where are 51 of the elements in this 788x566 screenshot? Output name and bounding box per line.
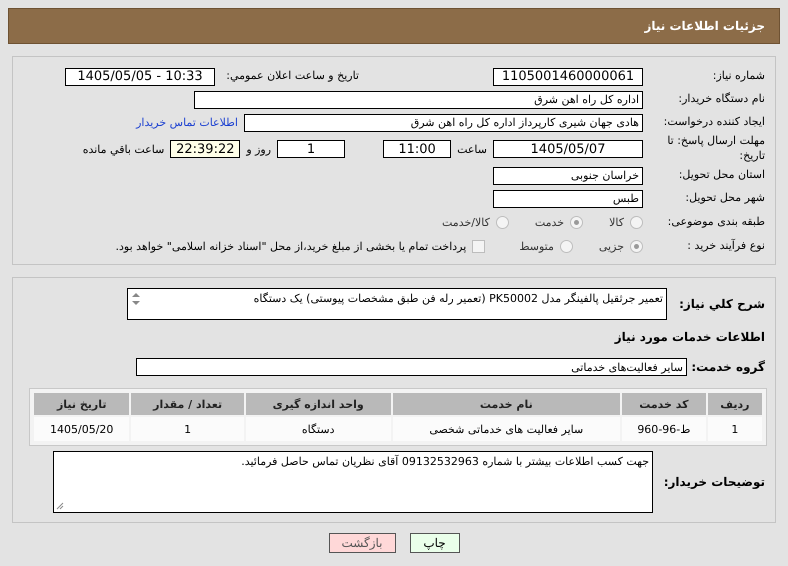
remaining-time-field: 22:39:22 <box>170 140 240 158</box>
field-label: ایجاد کننده درخواست: <box>662 115 766 130</box>
days-field: 1 <box>277 140 346 158</box>
table-cell: دستگاه <box>246 417 391 441</box>
deadline-time-field: 11:00 <box>383 140 452 158</box>
table-cell: 1405/05/20 <box>34 417 130 441</box>
field-label: شماره نیاز: <box>712 69 766 84</box>
field-label: گروه خدمت: <box>690 358 766 376</box>
table-cell: سایر فعالیت های خدماتی شخصی <box>392 417 620 441</box>
page-title: جزئیات اطلاعات نیاز <box>644 19 765 33</box>
days-label: روز و <box>246 142 272 156</box>
field-label: تاریخ و ساعت اعلان عمومي: <box>225 69 360 84</box>
radio-label: خدمت <box>534 216 564 228</box>
remaining-label: ساعت باقي مانده <box>82 142 164 156</box>
buyer-org-field: اداره کل راه اهن شرق <box>194 90 643 108</box>
time-label: ساعت <box>457 142 487 156</box>
column-header: واحد اندازه گیری <box>246 393 391 415</box>
service-group-field: سایر فعالیت‌های خدماتی <box>136 358 687 376</box>
table-cell: 1 <box>131 417 244 441</box>
treasury-note: پرداخت تمام یا بخشی از مبلغ خرید،از محل "اسناد خزانه اسلامی" خواهد بود. <box>116 240 466 252</box>
field-label: شرح کلي نیاز: <box>678 296 766 312</box>
deadline-date-field: 1405/05/07 <box>493 140 643 158</box>
column-header: تعداد / مقدار <box>131 393 244 415</box>
field-label: نام دستگاه خریدار: <box>677 92 766 107</box>
radio-label: کالا/خدمت <box>442 216 490 228</box>
field-label: استان محل تحویل: <box>678 168 766 183</box>
need-number-field: 1105001460000061 <box>493 68 643 86</box>
back-button[interactable]: بازگشت <box>328 533 396 553</box>
column-header: ردیف <box>708 393 762 415</box>
table-cell: ط-96-960 <box>622 417 706 441</box>
column-header: کد خدمت <box>622 393 706 415</box>
field-label: طبقه بندی موضوعی: <box>666 214 766 230</box>
field-label: مهلت ارسال پاسخ: تا تاریخ: <box>666 134 766 164</box>
field-label: نوع فرآیند خرید : <box>686 238 766 254</box>
section-heading: اطلاعات خدمات مورد نیاز <box>614 330 766 344</box>
radio-label: متوسط <box>519 240 554 252</box>
buyer-notes-box[interactable]: جهت کسب اطلاعات بیشتر با شماره 09132532963 آقای نظریان تماس حاصل فرمائید. <box>53 451 653 513</box>
province-field: خراسان جنوبی <box>493 166 643 184</box>
contact-link[interactable]: اطلاعات تماس خریدار <box>136 116 238 129</box>
radio-label: کالا <box>609 216 624 228</box>
city-field: طبس <box>493 190 643 208</box>
print-button[interactable]: چاپ <box>410 533 460 553</box>
radio-label: جزیی <box>598 240 624 252</box>
table-cell: 1 <box>708 417 762 441</box>
requester-field: هادی جهان شیری کارپرداز اداره کل راه اهن شرق <box>244 114 643 132</box>
announce-date-field: 1405/05/05 - 10:33 <box>65 68 215 86</box>
description-box[interactable]: تعمیر جرثقیل پالفینگر مدل PK50002 (تعمیر رله فن طبق مشخصات پیوستی) یک دستگاه <box>127 288 667 320</box>
column-header: تاریخ نیاز <box>34 393 130 415</box>
column-header: نام خدمت <box>392 393 620 415</box>
field-label: توضیحات خریدار: <box>662 474 766 490</box>
field-label: شهر محل تحویل: <box>684 191 766 206</box>
